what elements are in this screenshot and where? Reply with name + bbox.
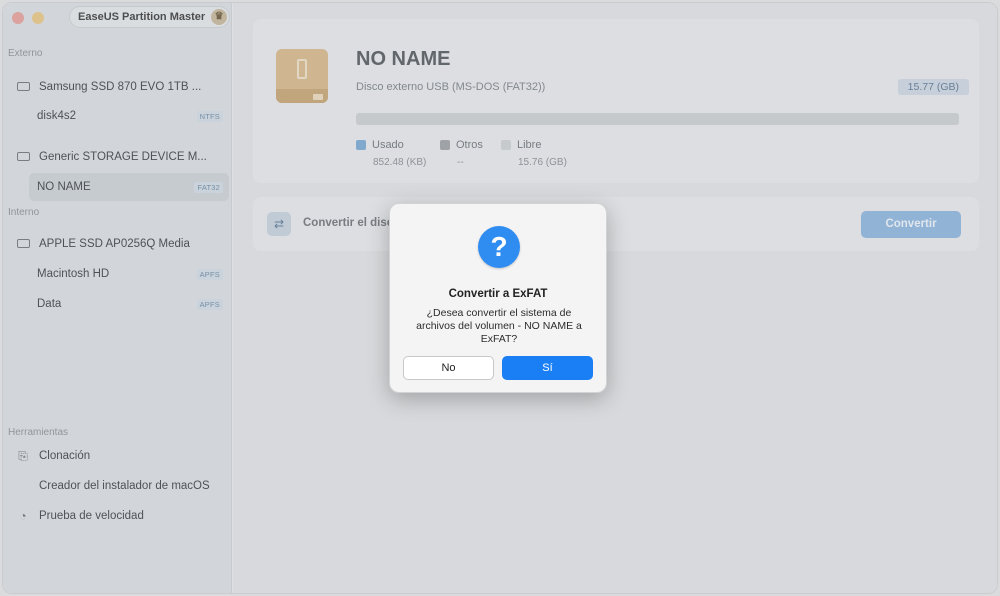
question-icon: ?	[478, 226, 520, 268]
dialog-title: Convertir a ExFAT	[448, 288, 548, 300]
confirm-dialog: ? Convertir a ExFAT ¿Desea convertir el …	[389, 203, 607, 393]
no-button[interactable]: No	[403, 356, 494, 380]
yes-button[interactable]: Sí	[502, 356, 593, 380]
dialog-message: ¿Desea convertir el sistema de archivos …	[416, 307, 582, 345]
